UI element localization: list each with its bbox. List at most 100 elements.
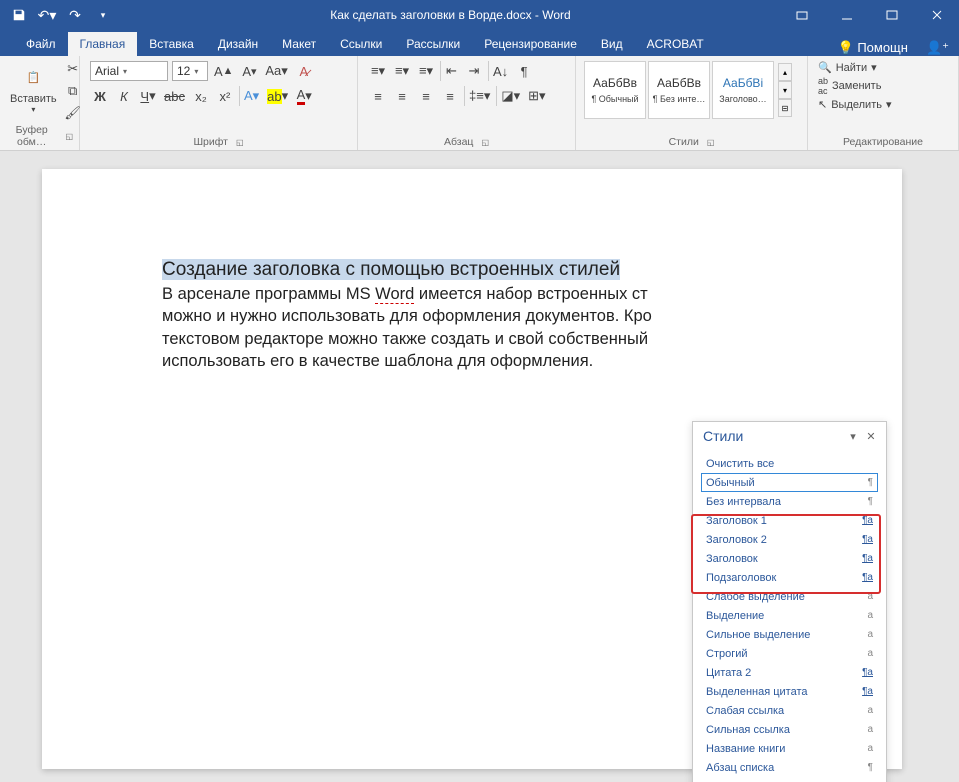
tab-home[interactable]: Главная [68,32,138,56]
clear-format-icon[interactable]: A̷ [294,61,314,81]
group-paragraph-label: Абзац [444,136,473,148]
shading-icon[interactable]: ◪▾ [496,86,522,106]
numbering-icon[interactable]: ≡▾ [392,61,412,81]
pane-title: Стили [703,428,743,444]
select-label: Выделить [831,99,882,111]
document-area: Создание заголовка с помощью встроенных … [0,151,959,782]
font-name-combo[interactable]: Arial▾ [90,61,168,81]
italic-button[interactable]: К [114,86,134,106]
pane-style-item[interactable]: Выделенная цитата¶a [701,682,878,701]
style-normal[interactable]: АаБбВв ¶ Обычный [584,61,646,119]
align-justify-icon[interactable]: ≡ [440,86,460,106]
tab-review[interactable]: Рецензирование [472,32,589,56]
shrink-font-icon[interactable]: A▾ [239,61,259,81]
replace-button[interactable]: abac Заменить [818,76,892,96]
text-effects-icon[interactable]: A▾ [239,86,261,106]
pane-style-item[interactable]: Подзаголовок¶a [701,568,878,587]
tab-references[interactable]: Ссылки [328,32,394,56]
pane-style-item[interactable]: Слабая ссылкаa [701,701,878,720]
doc-text: использовать его в качестве шаблона для … [162,352,593,370]
tab-design[interactable]: Дизайн [206,32,270,56]
line-spacing-icon[interactable]: ‡≡▾ [464,86,492,106]
pane-clear-all[interactable]: Очистить все [701,454,878,473]
pane-item-name: Строгий [706,648,748,660]
tab-insert[interactable]: Вставка [137,32,206,56]
pane-style-item[interactable]: Слабое выделениеa [701,587,878,606]
tab-file[interactable]: Файл [14,32,68,56]
style-nospacing[interactable]: АаБбВв ¶ Без инте… [648,61,710,119]
doc-text: В арсенале программы MS [162,285,375,303]
align-center-icon[interactable]: ≡ [392,86,412,106]
font-launcher-icon[interactable]: ◱ [236,138,244,147]
sort-icon[interactable]: A↓ [488,61,510,81]
doc-heading[interactable]: Создание заголовка с помощью встроенных … [162,259,620,280]
underline-button[interactable]: Ч▾ [138,86,158,106]
style-preview: АаБбВв [657,76,701,90]
borders-icon[interactable]: ⊞▾ [526,86,547,106]
doc-body[interactable]: В арсенале программы MS Word имеется наб… [162,283,792,372]
pane-style-item[interactable]: Выделениеa [701,606,878,625]
subscript-button[interactable]: x₂ [191,86,211,106]
pane-style-item[interactable]: Сильная ссылкаa [701,720,878,739]
font-size-combo[interactable]: 12▾ [172,61,208,81]
pane-item-symbol: a [867,705,873,716]
show-marks-icon[interactable]: ¶ [514,61,534,81]
styles-launcher-icon[interactable]: ◱ [707,138,715,147]
tab-acrobat[interactable]: ACROBAT [635,32,716,56]
clipboard-launcher-icon[interactable]: ◱ [65,132,73,141]
redo-icon[interactable]: ↷ [62,2,88,28]
select-button[interactable]: ↖ Выделить ▾ [818,98,892,111]
multilevel-icon[interactable]: ≡▾ [416,61,436,81]
pane-style-item[interactable]: Без интервала¶ [701,492,878,511]
group-paragraph: ≡▾ ≡▾ ≡▾ ⇤ ⇥ A↓ ¶ ≡ ≡ ≡ ≡ ‡≡▾ ◪▾ ⊞▾ [358,56,576,150]
tell-me-icon[interactable]: 💡 Помощн [838,40,908,56]
doc-text: текстовом редакторе можно также создать … [162,330,648,348]
maximize-icon[interactable] [869,1,914,29]
paragraph-launcher-icon[interactable]: ◱ [481,138,489,147]
paste-button[interactable]: 📋 Вставить ▾ [6,59,61,116]
align-left-icon[interactable]: ≡ [368,86,388,106]
indent-dec-icon[interactable]: ⇤ [440,61,460,81]
style-gallery-more[interactable]: ▴▾⊟ [778,61,792,119]
undo-icon[interactable]: ↶▾ [34,2,60,28]
grow-font-icon[interactable]: A▲ [212,61,235,81]
save-icon[interactable] [6,2,32,28]
pane-item-symbol: a [867,591,873,602]
titlebar: ↶▾ ↷ ▾ Как сделать заголовки в Ворде.doc… [0,0,959,30]
align-right-icon[interactable]: ≡ [416,86,436,106]
indent-inc-icon[interactable]: ⇥ [464,61,484,81]
tab-layout[interactable]: Макет [270,32,328,56]
pane-menu-icon[interactable]: ▾ [844,430,862,443]
tab-mailings[interactable]: Рассылки [394,32,472,56]
style-preview: АаБбВв [593,76,637,90]
strike-button[interactable]: abc [162,86,187,106]
ribbon-display-icon[interactable] [779,1,824,29]
minimize-icon[interactable] [824,1,869,29]
pane-style-item[interactable]: Сильное выделениеa [701,625,878,644]
style-name: ¶ Без инте… [653,94,706,104]
pane-style-item[interactable]: Цитата 2¶a [701,663,878,682]
pane-style-item[interactable]: Абзац списка¶ [701,758,878,777]
share-icon[interactable]: 👤⁺ [926,40,949,56]
tab-view[interactable]: Вид [589,32,635,56]
pane-close-icon[interactable]: ✕ [862,430,880,443]
pane-style-item[interactable]: Заголовок 2¶a [701,530,878,549]
pane-style-item[interactable]: Строгийa [701,644,878,663]
pane-item-symbol: ¶ [868,477,873,488]
bold-button[interactable]: Ж [90,86,110,106]
font-color-icon[interactable]: A▾ [294,86,314,106]
group-clipboard: 📋 Вставить ▾ ✂ ⧉ 🖌 Буфер обм…◱ [0,56,80,150]
change-case-icon[interactable]: Aa▾ [263,61,289,81]
pane-style-item[interactable]: Заголовок¶a [701,549,878,568]
superscript-button[interactable]: x² [215,86,235,106]
bullets-icon[interactable]: ≡▾ [368,61,388,81]
qat-more-icon[interactable]: ▾ [90,2,116,28]
find-button[interactable]: 🔍 Найти ▾ [818,61,892,74]
pane-style-item[interactable]: Обычный¶ [701,473,878,492]
paste-label: Вставить [10,93,57,105]
pane-style-item[interactable]: Заголовок 1¶a [701,511,878,530]
pane-style-item[interactable]: Название книгиa [701,739,878,758]
style-heading1[interactable]: АаБбВі Заголово… [712,61,774,119]
highlight-icon[interactable]: ab▾ [265,86,290,106]
close-icon[interactable] [914,1,959,29]
